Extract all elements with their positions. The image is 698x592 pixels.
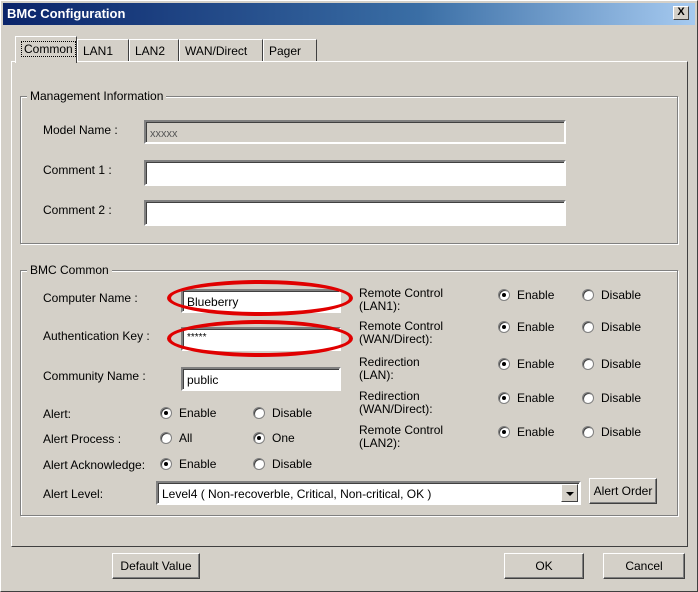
radio-icon (582, 358, 594, 370)
community-name-label: Community Name : (43, 369, 146, 383)
radio-icon (253, 407, 265, 419)
authentication-key-label: Authentication Key : (43, 329, 150, 343)
community-name-input[interactable]: public (181, 367, 341, 391)
tab-lan2[interactable]: LAN2 (129, 39, 179, 61)
radio-icon (582, 289, 594, 301)
tab-lan1[interactable]: LAN1 (77, 39, 129, 61)
alert-label: Alert: (43, 407, 72, 421)
radio-selected-icon (498, 426, 510, 438)
management-information-group: Management Information Model Name : xxxx… (20, 89, 678, 244)
radio-icon (582, 321, 594, 333)
alert-level-selected-value: Level4 ( Non-recoverble, Critical, Non-c… (162, 487, 432, 501)
alert-process-label: Alert Process : (43, 432, 122, 446)
alert-level-select[interactable]: Level4 ( Non-recoverble, Critical, Non-c… (156, 481, 581, 505)
common-tab-panel: Management Information Model Name : xxxx… (11, 61, 688, 547)
model-name-field: xxxxx (144, 120, 566, 144)
remote-control-wan-label: Remote Control (WAN/Direct): (359, 319, 444, 346)
tab-pager[interactable]: Pager (263, 39, 317, 61)
highlight-ellipse-authentication-key (167, 320, 353, 357)
close-button[interactable]: X (673, 6, 689, 20)
bmc-configuration-dialog: BMC Configuration X Common LAN1 LAN2 WAN… (0, 0, 698, 592)
tab-wan-direct[interactable]: WAN/Direct (179, 39, 263, 61)
alert-level-label: Alert Level: (43, 487, 104, 501)
highlight-ellipse-computer-name (167, 280, 353, 316)
remote-control-lan1-label: Remote Control (LAN1): (359, 286, 444, 313)
radio-icon (253, 458, 265, 470)
radio-selected-icon (498, 358, 510, 370)
radio-icon (582, 426, 594, 438)
redirection-lan-label: Redirection (LAN): (359, 355, 420, 382)
bmc-common-group: BMC Common Computer Name : Blueberry Aut… (20, 263, 678, 516)
radio-selected-icon (498, 289, 510, 301)
radio-selected-icon (160, 407, 172, 419)
remote-control-lan2-label: Remote Control (LAN2): (359, 423, 444, 450)
comment1-input[interactable] (144, 160, 566, 186)
radio-selected-icon (498, 321, 510, 333)
alert-order-button[interactable]: Alert Order (589, 478, 657, 504)
ok-button[interactable]: OK (504, 553, 584, 579)
radio-icon (160, 432, 172, 444)
radio-selected-icon (498, 392, 510, 404)
alert-acknowledge-label: Alert Acknowledge: (43, 458, 146, 472)
cancel-button[interactable]: Cancel (603, 553, 685, 579)
radio-selected-icon (160, 458, 172, 470)
radio-selected-icon (253, 432, 265, 444)
window-title: BMC Configuration (7, 6, 126, 21)
title-bar[interactable]: BMC Configuration X (3, 3, 695, 25)
tab-common[interactable]: Common (15, 36, 77, 63)
radio-icon (582, 392, 594, 404)
comment2-input[interactable] (144, 200, 566, 226)
redirection-wan-label: Redirection (WAN/Direct): (359, 389, 433, 416)
chevron-down-icon[interactable] (561, 484, 578, 502)
management-legend: Management Information (27, 89, 167, 103)
computer-name-label: Computer Name : (43, 291, 138, 305)
default-value-button[interactable]: Default Value (112, 553, 200, 579)
comment2-label: Comment 2 : (43, 203, 112, 217)
bmc-common-legend: BMC Common (27, 263, 112, 277)
comment1-label: Comment 1 : (43, 163, 112, 177)
model-name-label: Model Name : (43, 123, 118, 137)
